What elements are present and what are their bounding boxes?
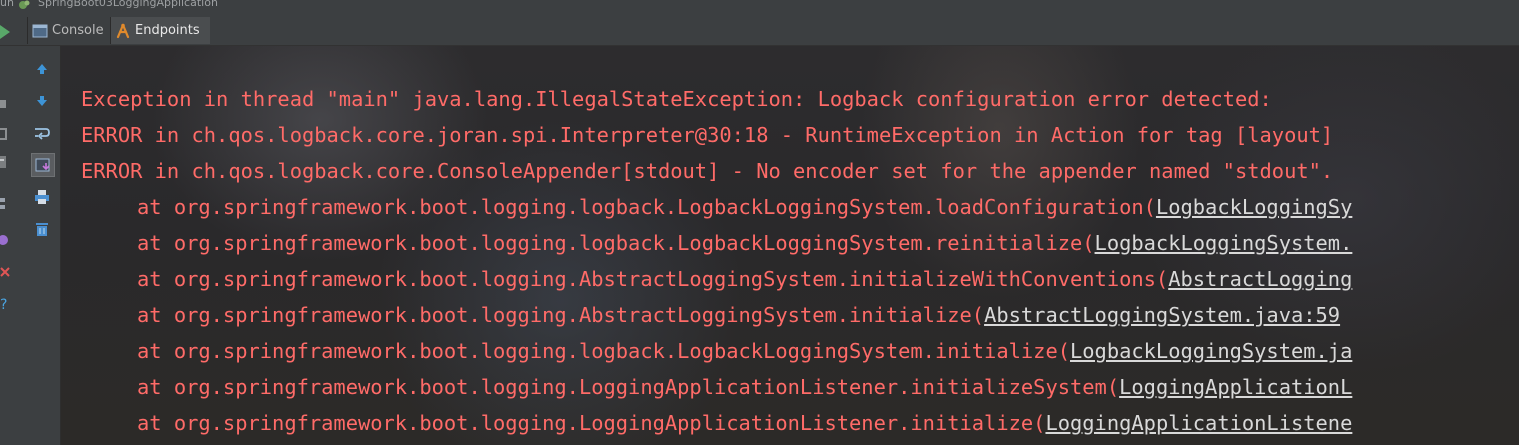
print-icon[interactable] <box>32 187 52 207</box>
console-line: Exception in thread "main" java.lang.Ill… <box>81 87 1285 111</box>
trash-icon[interactable] <box>32 219 52 239</box>
source-link[interactable]: AbstractLogging <box>1168 267 1352 291</box>
console-toolbar: ? <box>0 46 61 445</box>
close-icon[interactable] <box>0 264 12 280</box>
down-arrow-icon[interactable] <box>32 91 52 111</box>
source-link[interactable]: LogbackLoggingSystem. <box>1095 231 1353 255</box>
source-link[interactable]: LoggingApplicationListene <box>1045 411 1352 435</box>
stack-trace-line: at org.springframework.boot.logging.logb… <box>137 339 1353 363</box>
help-icon[interactable]: ? <box>0 296 12 312</box>
rerun-icon[interactable] <box>0 24 10 39</box>
console-icon <box>32 23 48 39</box>
edge-icon-2[interactable] <box>0 126 12 142</box>
console-line: ERROR in ch.qos.logback.core.ConsoleAppe… <box>81 159 1334 183</box>
svg-text:?: ? <box>0 297 7 312</box>
tab-endpoints[interactable]: Endpoints <box>110 17 210 44</box>
up-arrow-icon[interactable] <box>32 59 52 79</box>
source-link[interactable]: LogbackLoggingSystem.ja <box>1070 339 1352 363</box>
source-link[interactable]: LoggingApplicationL <box>1119 375 1352 399</box>
stack-trace-line: at org.springframework.boot.logging.Abst… <box>137 267 1353 291</box>
scroll-to-end-icon[interactable] <box>31 153 55 177</box>
tab-console-label: Console <box>52 23 104 38</box>
console-output[interactable]: Exception in thread "main" java.lang.Ill… <box>61 46 1519 445</box>
source-link[interactable]: AbstractLoggingSystem.java:59 <box>984 303 1340 327</box>
edge-icon-5[interactable] <box>0 231 12 247</box>
stack-trace-line: at org.springframework.boot.logging.Logg… <box>137 375 1353 399</box>
tool-window-tab-bar: Console Endpoints <box>0 14 1519 46</box>
edge-icon-4[interactable] <box>0 196 12 212</box>
tab-console[interactable]: Console <box>27 17 109 44</box>
run-window-title: un SpringBoot03LoggingApplication <box>0 0 1519 14</box>
endpoints-icon <box>115 23 131 39</box>
stack-trace-line: at org.springframework.boot.logging.Logg… <box>137 411 1353 435</box>
run-config-name: SpringBoot03LoggingApplication <box>38 0 218 9</box>
tab-endpoints-label: Endpoints <box>135 23 200 38</box>
stack-trace-line: at org.springframework.boot.logging.Abst… <box>137 303 1341 327</box>
spring-app-icon <box>18 0 30 9</box>
edge-icon-3[interactable] <box>0 154 12 170</box>
soft-wrap-icon[interactable] <box>32 123 52 143</box>
edge-icon-1[interactable] <box>0 96 12 112</box>
console-line: ERROR in ch.qos.logback.core.joran.spi.I… <box>81 123 1346 147</box>
source-link[interactable]: LogbackLoggingSy <box>1156 195 1352 219</box>
run-label: un <box>0 0 14 9</box>
stack-trace-line: at org.springframework.boot.logging.logb… <box>137 195 1353 219</box>
stack-trace-line: at org.springframework.boot.logging.logb… <box>137 231 1353 255</box>
